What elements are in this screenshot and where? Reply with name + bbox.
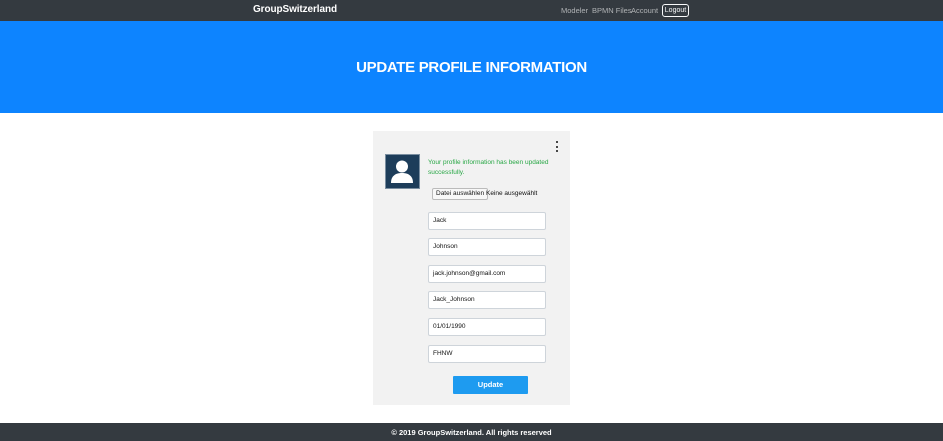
avatar <box>385 154 420 189</box>
footer-copyright: © 2019 GroupSwitzerland. All rights rese… <box>391 428 552 437</box>
kebab-menu-icon[interactable] <box>554 141 560 153</box>
page-title: UPDATE PROFILE INFORMATION <box>356 59 587 76</box>
first-name-field[interactable]: Jack <box>428 212 546 230</box>
nav-link-modeler[interactable]: Modeler <box>561 6 588 15</box>
birthdate-field[interactable]: 01/01/1990 <box>428 318 546 336</box>
nav-link-bpmn-files[interactable]: BPMN Files <box>592 6 632 15</box>
email-field[interactable]: jack.johnson@gmail.com <box>428 265 546 283</box>
choose-file-button[interactable]: Datei auswählen <box>432 188 489 200</box>
nav-link-account[interactable]: Account <box>631 6 658 15</box>
profile-card: Your profile information has been update… <box>373 131 570 405</box>
success-message: Your profile information has been update… <box>428 159 549 176</box>
top-navbar: GroupSwitzerland Modeler BPMN Files Acco… <box>0 0 943 21</box>
organization-field[interactable]: FHNW <box>428 345 546 363</box>
last-name-field[interactable]: Johnson <box>428 238 546 256</box>
username-field[interactable]: Jack_Johnson <box>428 291 546 309</box>
user-silhouette-icon <box>386 155 418 187</box>
brand-logo-text[interactable]: GroupSwitzerland <box>253 4 337 15</box>
footer: © 2019 GroupSwitzerland. All rights rese… <box>0 423 943 441</box>
page-header-banner: UPDATE PROFILE INFORMATION <box>0 21 943 113</box>
logout-button[interactable]: Logout <box>662 4 689 17</box>
file-status-text: Keine ausgewählt <box>486 190 538 197</box>
update-button[interactable]: Update <box>453 376 528 394</box>
